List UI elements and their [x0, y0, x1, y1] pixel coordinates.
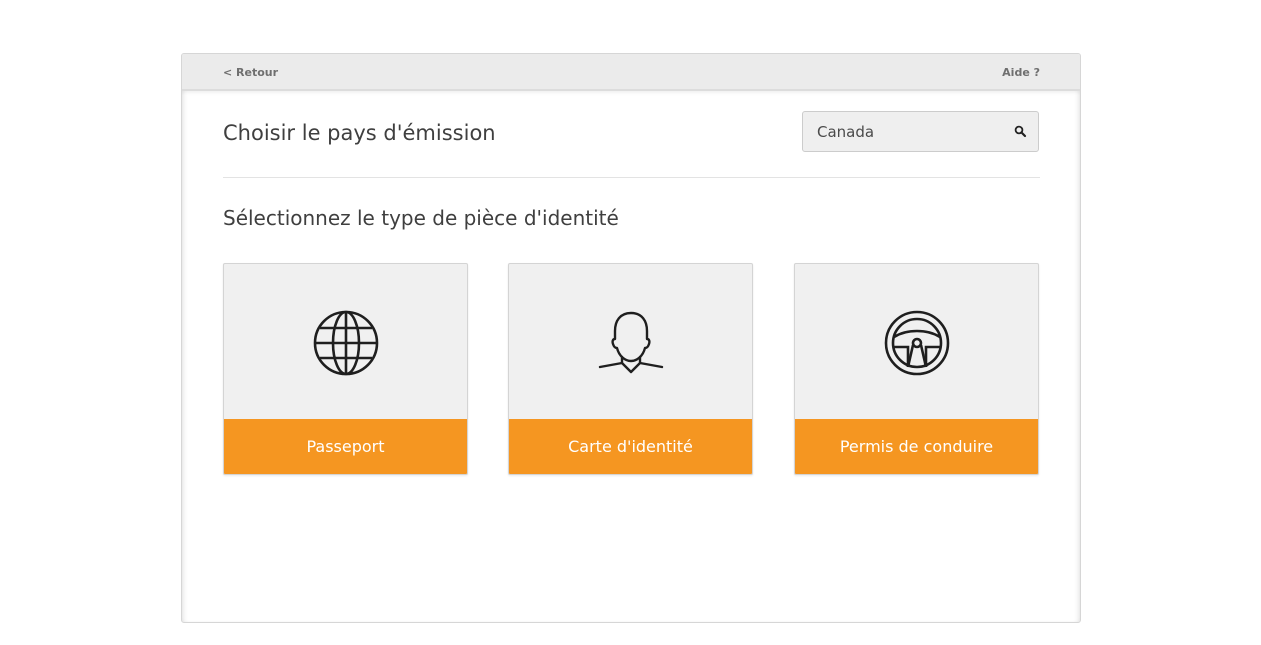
help-link[interactable]: Aide ? [1002, 66, 1040, 79]
country-search-field[interactable] [802, 111, 1039, 152]
verification-panel: < Retour Aide ? Choisir le pays d'émissi… [181, 53, 1081, 623]
drivers-license-option-label[interactable]: Permis de conduire [795, 419, 1038, 474]
top-bar: < Retour Aide ? [182, 54, 1080, 91]
globe-icon [313, 310, 378, 376]
passport-option-label[interactable]: Passeport [224, 419, 467, 474]
id-card-icon-area [509, 264, 752, 419]
search-icon[interactable] [1014, 125, 1028, 139]
country-search-input[interactable] [803, 112, 1007, 151]
drivers-license-option-card[interactable]: Permis de conduire [794, 263, 1039, 475]
document-type-title: Sélectionnez le type de pièce d'identité [223, 206, 619, 230]
drivers-license-icon-area [795, 264, 1038, 419]
passport-option-card[interactable]: Passeport [223, 263, 468, 475]
id-card-option-card[interactable]: Carte d'identité [508, 263, 753, 475]
country-section-title: Choisir le pays d'émission [223, 121, 496, 145]
id-card-option-label[interactable]: Carte d'identité [509, 419, 752, 474]
person-icon [598, 311, 663, 374]
passport-icon-area [224, 264, 467, 419]
steering-wheel-icon [884, 310, 949, 376]
section-divider [223, 177, 1040, 178]
back-link[interactable]: < Retour [223, 66, 278, 79]
